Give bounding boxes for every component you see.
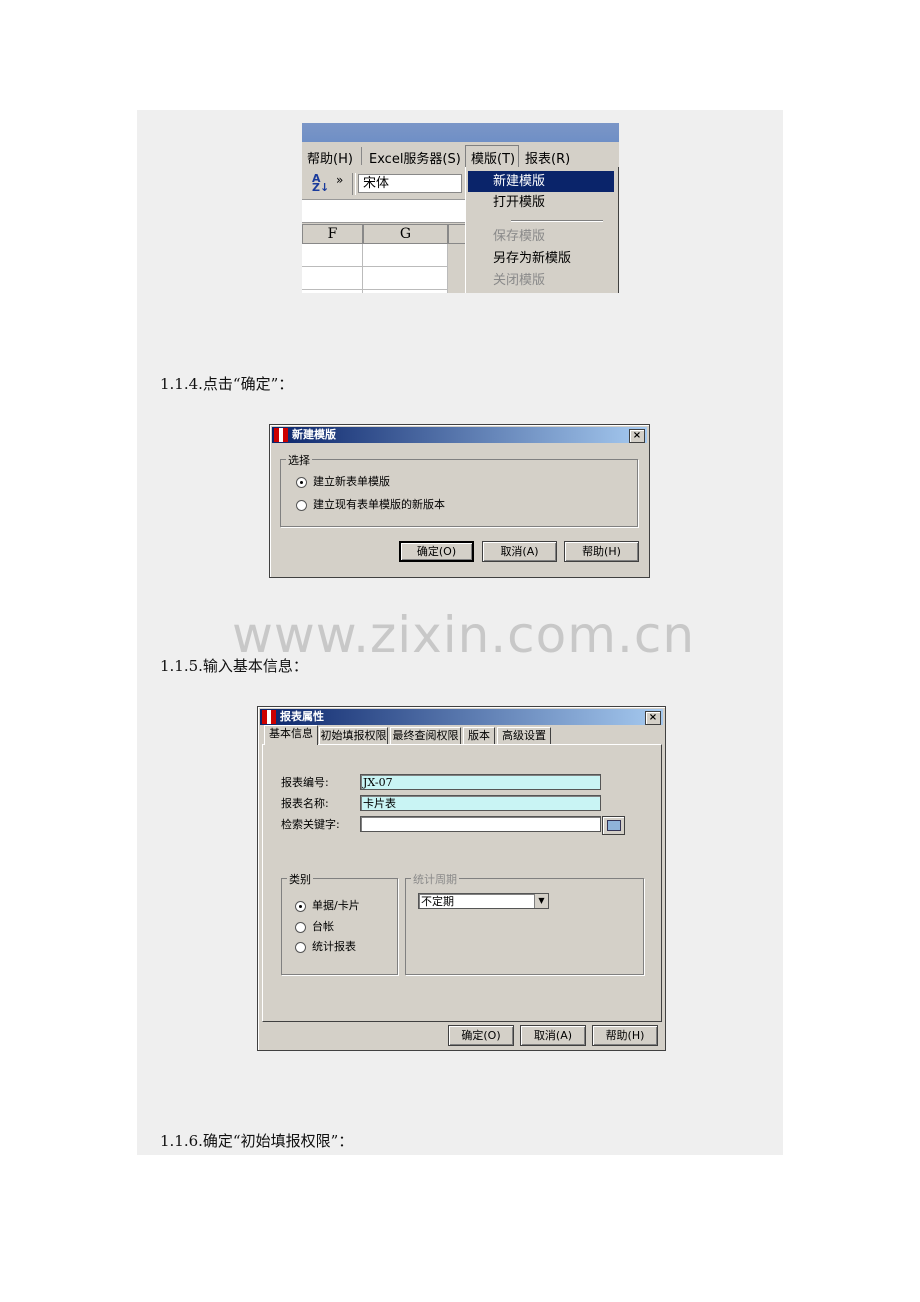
- picture-icon: [607, 820, 621, 831]
- column-header-f[interactable]: F: [302, 224, 363, 244]
- chevron-down-icon[interactable]: ▼: [534, 894, 548, 908]
- period-select-value: 不定期: [421, 895, 454, 908]
- period-select[interactable]: 不定期 ▼: [418, 893, 549, 909]
- step-heading-114: 1.1.4.点击“确定”：: [160, 375, 294, 393]
- sort-az-icon[interactable]: A Z↓: [312, 173, 329, 193]
- grid-cell[interactable]: [363, 244, 448, 267]
- radio-button[interactable]: [295, 921, 306, 933]
- close-icon[interactable]: ×: [629, 429, 645, 443]
- new-template-dialog: 新建模版 × 选择 建立新表单模版 建立现有表单模版的新版本 确定(O) 取消(…: [269, 424, 650, 578]
- menu-item-save-template[interactable]: 保存模版: [468, 226, 614, 247]
- menu-excel-server[interactable]: Excel服务器(S): [369, 148, 461, 167]
- menu-item-new-template[interactable]: 新建模版: [468, 171, 614, 192]
- report-code-label: 报表编号:: [281, 776, 329, 789]
- radio-button-checked[interactable]: [296, 476, 307, 488]
- column-header-g[interactable]: G: [363, 224, 448, 244]
- grid-cell[interactable]: [363, 267, 448, 290]
- app-icon: [262, 710, 276, 724]
- radio-button[interactable]: [296, 499, 307, 511]
- radio-label: 单据/卡片: [312, 899, 360, 912]
- toolbar-more-icon[interactable]: »: [336, 173, 343, 187]
- menu-help[interactable]: 帮助(H): [307, 148, 353, 167]
- step-heading-115: 1.1.5.输入基本信息：: [160, 657, 308, 675]
- menu-item-open-template[interactable]: 打开模版: [468, 192, 614, 213]
- menu-item-save-as-template[interactable]: 另存为新模版: [468, 248, 614, 269]
- selection-group-label: 选择: [286, 452, 312, 468]
- step-heading-116: 1.1.6.确定“初始填报权限”：: [160, 1132, 354, 1150]
- keyword-picker-button[interactable]: [602, 816, 625, 835]
- help-button[interactable]: 帮助(H): [592, 1025, 658, 1046]
- dialog-titlebar: 报表属性 ×: [260, 709, 663, 725]
- close-icon[interactable]: ×: [645, 711, 661, 725]
- period-group-label: 统计周期: [411, 871, 459, 887]
- ok-button[interactable]: 确定(O): [448, 1025, 514, 1046]
- radio-new-form-template[interactable]: 建立新表单模版: [296, 475, 390, 488]
- menu-item-close-template[interactable]: 关闭模版: [468, 270, 614, 291]
- radio-ledger[interactable]: 台帐: [295, 920, 334, 933]
- search-keyword-label: 检索关键字:: [281, 818, 340, 831]
- help-button[interactable]: 帮助(H): [564, 541, 639, 562]
- radio-button[interactable]: [295, 941, 306, 953]
- dialog-title: 新建模版: [292, 428, 336, 441]
- cancel-button[interactable]: 取消(A): [520, 1025, 586, 1046]
- menu-report[interactable]: 报表(R): [525, 148, 570, 167]
- window-titlebar: [302, 123, 619, 142]
- radio-label: 建立现有表单模版的新版本: [313, 498, 445, 511]
- tab-basic-info[interactable]: 基本信息: [264, 725, 318, 745]
- report-name-field[interactable]: 卡片表: [360, 795, 601, 811]
- grid-cell[interactable]: [302, 267, 363, 290]
- ok-button[interactable]: 确定(O): [399, 541, 474, 562]
- radio-label: 统计报表: [312, 940, 356, 953]
- dialog-titlebar: 新建模版 ×: [272, 427, 647, 443]
- radio-document-card[interactable]: 单据/卡片: [295, 899, 360, 912]
- cancel-button[interactable]: 取消(A): [482, 541, 557, 562]
- toolbar-separator: [352, 173, 356, 195]
- tab-version[interactable]: 版本: [463, 727, 495, 744]
- grid-cell[interactable]: [302, 244, 363, 267]
- grid-cell[interactable]: [302, 290, 363, 293]
- template-dropdown-menu: 新建模版 打开模版 保存模版 另存为新模版 关闭模版: [465, 167, 619, 293]
- tab-final-view-permission[interactable]: 最终查阅权限: [390, 727, 461, 744]
- report-code-field[interactable]: JX-07: [360, 774, 601, 790]
- menu-screenshot: 帮助(H) Excel服务器(S) 模版(T) 报表(R) A Z↓ » 宋体 F…: [302, 123, 619, 293]
- menu-divider: [511, 220, 603, 222]
- tab-advanced-settings[interactable]: 高级设置: [497, 727, 551, 744]
- radio-label: 建立新表单模版: [313, 475, 390, 488]
- grid-cell[interactable]: [363, 290, 448, 293]
- menu-separator: [361, 147, 362, 165]
- radio-new-version[interactable]: 建立现有表单模版的新版本: [296, 498, 445, 511]
- search-keyword-field[interactable]: [360, 816, 601, 832]
- category-group-label: 类别: [287, 871, 313, 887]
- app-icon: [274, 428, 288, 442]
- report-properties-dialog: 报表属性 × 基本信息 初始填报权限 最终查阅权限 版本 高级设置 报表编号: …: [257, 706, 666, 1051]
- report-name-label: 报表名称:: [281, 797, 329, 810]
- radio-statistics-report[interactable]: 统计报表: [295, 940, 356, 953]
- tab-initial-fill-permission[interactable]: 初始填报权限: [319, 727, 388, 744]
- selection-group: [280, 459, 638, 527]
- font-name-box[interactable]: 宋体: [358, 174, 462, 193]
- formula-bar[interactable]: [302, 199, 467, 223]
- dialog-title: 报表属性: [280, 710, 324, 723]
- radio-label: 台帐: [312, 920, 334, 933]
- radio-button-checked[interactable]: [295, 900, 306, 912]
